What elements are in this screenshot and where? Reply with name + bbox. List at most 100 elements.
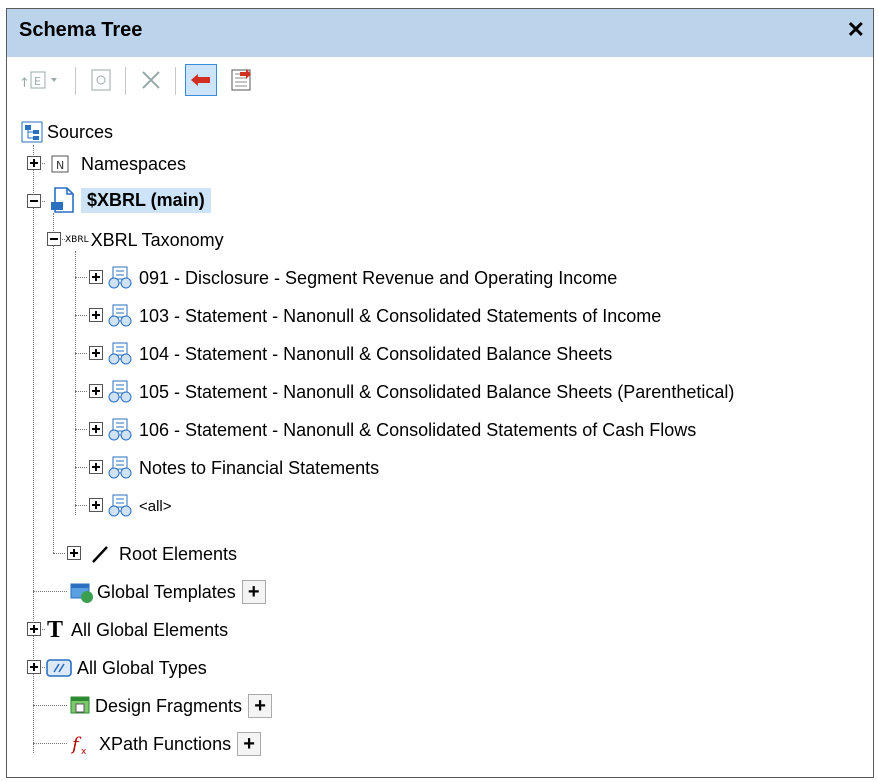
tree-node-linkrole[interactable]: 091 - Disclosure - Segment Revenue and O… (107, 263, 617, 293)
toolbar-separator (75, 67, 76, 95)
tree-line (75, 429, 87, 430)
tree-line (75, 391, 87, 392)
tree-node-label: Namespaces (81, 153, 187, 174)
design-fragments-icon (70, 696, 90, 714)
tree-node-label: Sources (47, 121, 114, 142)
tree-node-all-global-types[interactable]: All Global Types (45, 653, 207, 683)
expand-toggle[interactable] (27, 622, 41, 636)
global-types-icon (46, 659, 72, 677)
expand-toggle[interactable] (27, 660, 41, 674)
tree-node-label-selected: $XBRL (main) (81, 187, 211, 213)
schema-tree-panel: Schema Tree ✕ ↑ E Sources N Namespaces $… (6, 8, 874, 778)
tree-line (53, 553, 65, 554)
add-xpath-function-button[interactable]: + (237, 732, 262, 756)
tree-node-label: Notes to Financial Statements (139, 457, 380, 478)
tree-line (53, 213, 54, 553)
expand-toggle[interactable] (89, 422, 103, 436)
delete-button[interactable] (135, 64, 167, 96)
linkrole-icon (108, 304, 132, 327)
svg-text:E: E (34, 75, 41, 88)
tree-node-label: All Global Elements (71, 619, 229, 640)
add-design-fragment-button[interactable]: + (248, 694, 273, 718)
import-schema-icon (231, 69, 251, 91)
tree-line (75, 505, 87, 506)
sources-icon (21, 121, 43, 143)
delete-icon (142, 71, 160, 89)
tree-node-sources[interactable]: Sources (21, 117, 113, 147)
linkrole-icon (108, 266, 132, 289)
linkrole-icon (108, 418, 132, 441)
expand-toggle[interactable] (89, 460, 103, 474)
svg-text:↑: ↑ (19, 76, 30, 91)
collapse-toggle[interactable] (27, 194, 41, 208)
tree-line (75, 467, 87, 468)
expand-toggle[interactable] (89, 308, 103, 322)
tree-node-label: <all> (139, 497, 172, 515)
tree-node-linkrole[interactable]: 103 - Statement - Nanonull & Consolidate… (107, 301, 661, 331)
tree-node-xpath-functions[interactable]: f x XPath Functions + (69, 729, 262, 759)
xbrl-icon: XBRL (65, 235, 89, 245)
show-in-design-button[interactable] (185, 64, 217, 96)
tree-node-global-templates[interactable]: Global Templates + (69, 577, 266, 607)
tree-node-label: Global Templates (97, 581, 236, 602)
linkrole-icon (108, 342, 132, 365)
import-schema-button[interactable] (225, 64, 257, 96)
namespace-icon: N (51, 155, 69, 173)
xml-file-icon (51, 187, 74, 213)
tree-node-label: 104 - Statement - Nanonull & Consolidate… (139, 343, 613, 364)
tree-node-linkrole[interactable]: 106 - Statement - Nanonull & Consolidate… (107, 415, 696, 445)
tree-node-all-global-elements[interactable]: T All Global Elements (47, 615, 228, 645)
tree-node-root-elements[interactable]: Root Elements (89, 539, 237, 569)
tree-line (75, 277, 87, 278)
panel-titlebar: Schema Tree ✕ (7, 9, 873, 57)
toolbar-separator (175, 67, 176, 95)
tree-node-xbrl-main[interactable]: $XBRL (main) (49, 185, 211, 215)
add-element-dropdown-button[interactable]: ↑ E (15, 64, 65, 96)
expand-toggle[interactable] (89, 270, 103, 284)
tree-node-linkrole[interactable]: 105 - Statement - Nanonull & Consolidate… (107, 377, 734, 407)
tree-node-label: Root Elements (119, 543, 238, 564)
slash-icon (92, 546, 108, 563)
expand-toggle[interactable] (89, 346, 103, 360)
add-element-icon: ↑ E (19, 71, 57, 91)
global-templates-icon (70, 583, 93, 603)
tree-node-label: 105 - Statement - Nanonull & Consolidate… (139, 381, 735, 402)
schema-tree: Sources N Namespaces $XBRL (main) XBRL X… (7, 105, 873, 777)
add-global-template-button[interactable]: + (241, 580, 266, 604)
tree-node-linkrole[interactable]: Notes to Financial Statements (107, 453, 379, 483)
tree-node-label: Design Fragments (95, 695, 243, 716)
expand-toggle[interactable] (89, 384, 103, 398)
tree-line (75, 353, 87, 354)
toolbar: ↑ E (7, 61, 873, 101)
svg-text:x: x (81, 747, 87, 756)
expand-toggle[interactable] (67, 546, 81, 560)
tree-line (75, 315, 87, 316)
expand-toggle[interactable] (89, 498, 103, 512)
tree-node-linkrole[interactable]: 104 - Statement - Nanonull & Consolidate… (107, 339, 612, 369)
collapse-toggle[interactable] (47, 232, 61, 246)
xpath-function-icon: f x (70, 734, 87, 756)
arrow-left-red-icon (191, 74, 210, 86)
expand-toggle[interactable] (27, 156, 41, 170)
type-t-icon: T (47, 616, 64, 643)
svg-text:N: N (56, 159, 64, 172)
tree-node-design-fragments[interactable]: Design Fragments + (69, 691, 273, 721)
linkrole-icon (108, 494, 132, 517)
linkrole-icon (108, 456, 132, 479)
properties-button[interactable] (85, 64, 117, 96)
tree-node-label: XBRL Taxonomy (90, 229, 224, 250)
close-icon[interactable]: ✕ (847, 17, 865, 43)
tree-node-label: XPath Functions (99, 733, 232, 754)
linkrole-icon (108, 380, 132, 403)
toolbar-separator (125, 67, 126, 95)
tree-node-namespaces[interactable]: N Namespaces (49, 149, 186, 179)
tree-line (33, 705, 67, 706)
tree-node-label: 091 - Disclosure - Segment Revenue and O… (139, 267, 618, 288)
tree-node-xbrl-taxonomy[interactable]: XBRL XBRL Taxonomy (65, 225, 224, 255)
tree-node-label: 106 - Statement - Nanonull & Consolidate… (139, 419, 697, 440)
tree-node-label: 103 - Statement - Nanonull & Consolidate… (139, 305, 662, 326)
tree-node-linkrole-all[interactable]: <all> (107, 491, 172, 521)
panel-title: Schema Tree (19, 19, 143, 41)
tree-node-label: All Global Types (77, 657, 207, 678)
tree-line (75, 251, 76, 515)
